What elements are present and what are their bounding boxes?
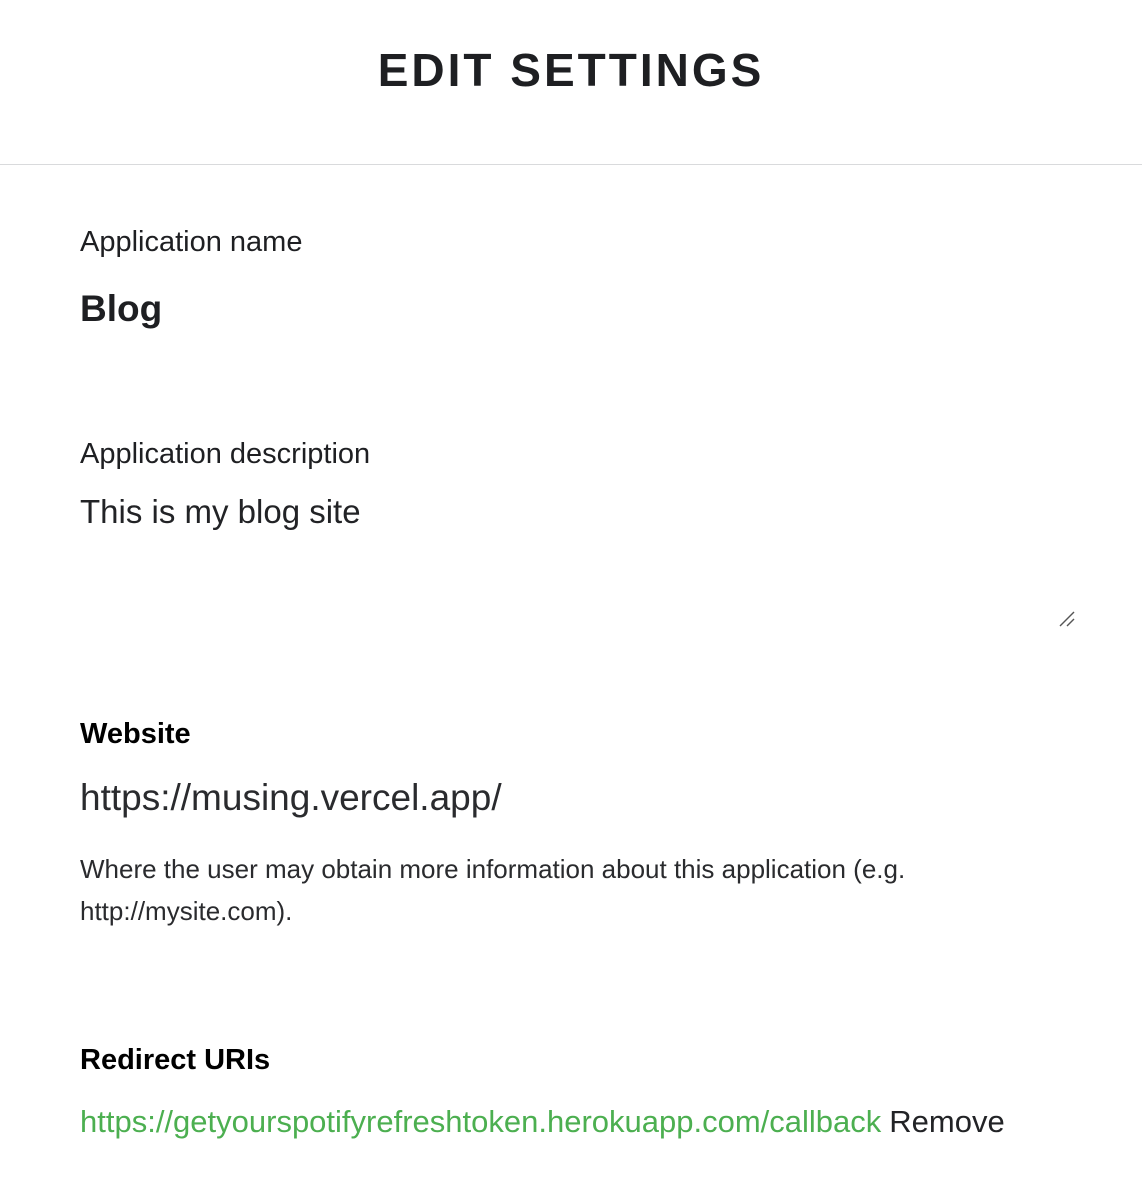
website-help-text: Where the user may obtain more informati… bbox=[80, 854, 906, 926]
app-name-label: Application name bbox=[80, 226, 303, 258]
resize-handle-icon[interactable] bbox=[1058, 610, 1076, 628]
remove-redirect-uri-button[interactable]: Remove bbox=[889, 1104, 1004, 1139]
redirect-uri-link[interactable]: https://getyourspotifyrefreshtoken.herok… bbox=[80, 1104, 881, 1139]
app-description-textarea[interactable]: This is my blog site bbox=[80, 490, 1078, 630]
website-input[interactable] bbox=[80, 774, 1080, 822]
page-header: EDIT SETTINGS bbox=[0, 0, 1142, 165]
website-label: Website bbox=[80, 718, 191, 750]
app-description-label: Application description bbox=[80, 438, 371, 470]
redirect-uris-label: Redirect URIs bbox=[80, 1044, 271, 1076]
app-name-input[interactable] bbox=[80, 284, 1080, 334]
redirect-uri-row: https://getyourspotifyrefreshtoken.herok… bbox=[80, 1100, 1005, 1144]
page-title: EDIT SETTINGS bbox=[377, 44, 765, 96]
